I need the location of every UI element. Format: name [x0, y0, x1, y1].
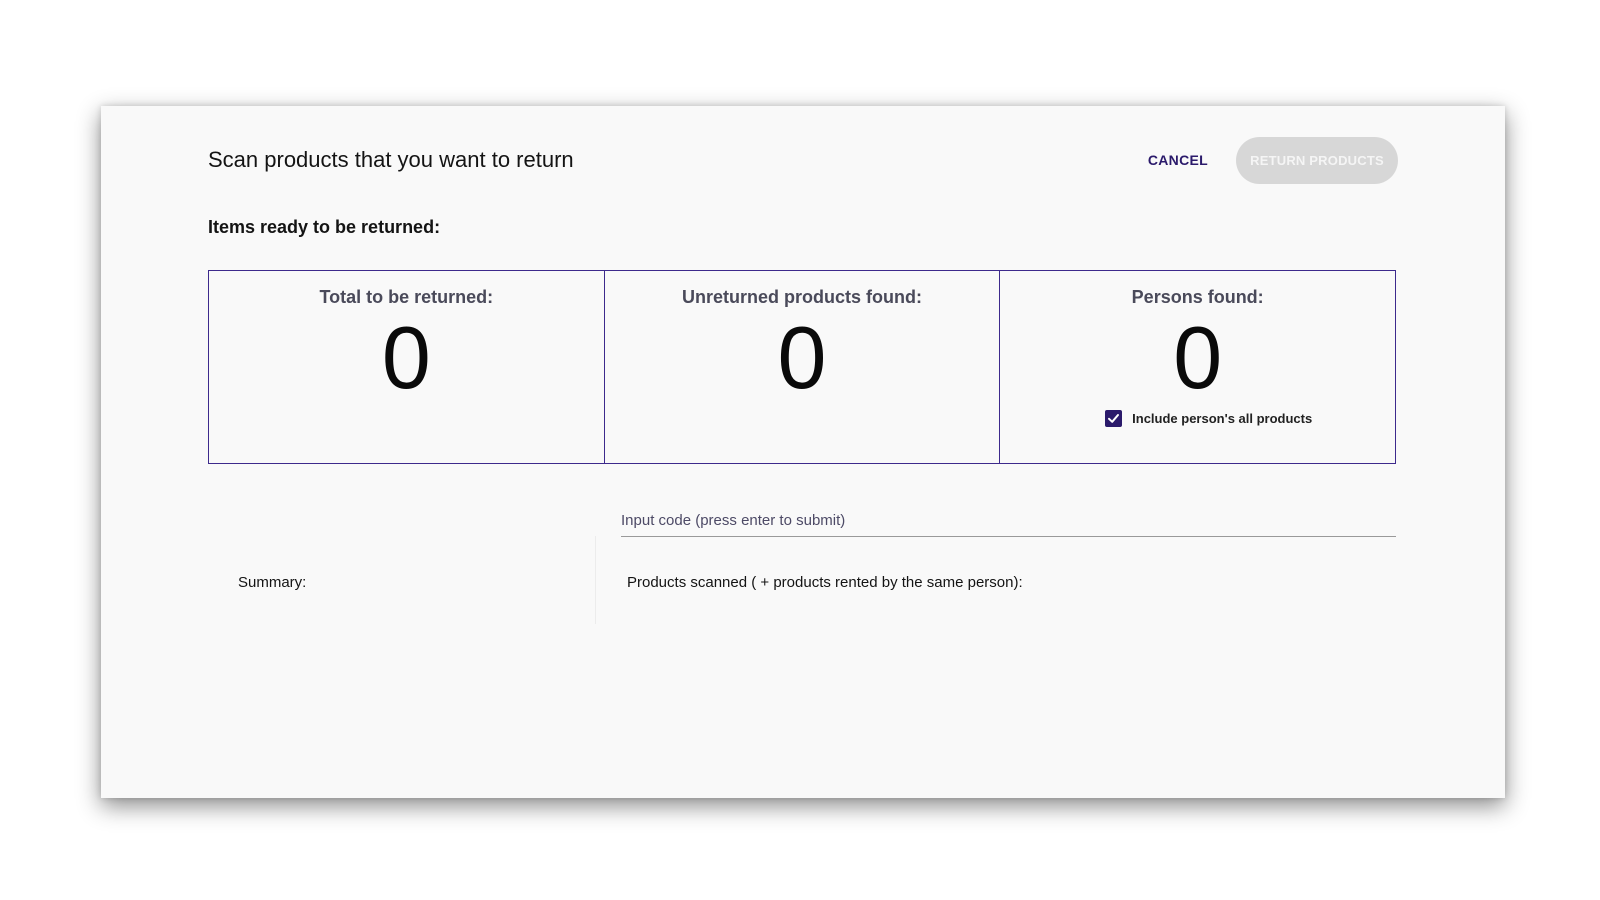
check-icon: [1108, 414, 1120, 423]
stats-panel: Total to be returned: 0 Unreturned produ…: [208, 270, 1396, 464]
stat-value: 0: [1173, 308, 1223, 407]
stat-label: Total to be returned:: [319, 287, 494, 307]
include-all-products-label[interactable]: Include person's all products: [1132, 411, 1312, 426]
include-all-products-row: Include person's all products: [1022, 410, 1395, 427]
cancel-button[interactable]: CANCEL: [1146, 146, 1210, 174]
include-all-products-checkbox[interactable]: [1105, 410, 1123, 427]
results-area: Summary: Products scanned ( + products r…: [208, 536, 1396, 624]
code-input[interactable]: [621, 504, 1396, 536]
stat-total-to-return: Total to be returned: 0: [209, 271, 605, 463]
summary-panel: Summary:: [208, 536, 596, 624]
return-products-button[interactable]: RETURN PRODUCTS: [1236, 136, 1398, 184]
scanned-products-panel: Products scanned ( + products rented by …: [596, 536, 1396, 624]
stat-label: Persons found:: [1131, 287, 1264, 307]
stat-value: 0: [381, 308, 431, 407]
dialog-title: Scan products that you want to return: [208, 147, 574, 172]
dialog-actions: CANCEL RETURN PRODUCTS: [1146, 136, 1398, 184]
stat-label: Unreturned products found:: [682, 287, 922, 307]
items-ready-heading: Items ready to be returned:: [208, 217, 441, 237]
scanned-products-label: Products scanned ( + products rented by …: [627, 574, 1023, 591]
dialog-header: Scan products that you want to return CA…: [208, 136, 1398, 184]
stat-persons-found: Persons found: 0 Include person's all pr…: [1000, 271, 1395, 463]
summary-label: Summary:: [238, 574, 307, 591]
code-input-wrapper: [621, 504, 1396, 537]
return-products-dialog: Scan products that you want to return CA…: [101, 106, 1505, 798]
stat-unreturned-products: Unreturned products found: 0: [605, 271, 1001, 463]
stat-value: 0: [777, 308, 827, 407]
